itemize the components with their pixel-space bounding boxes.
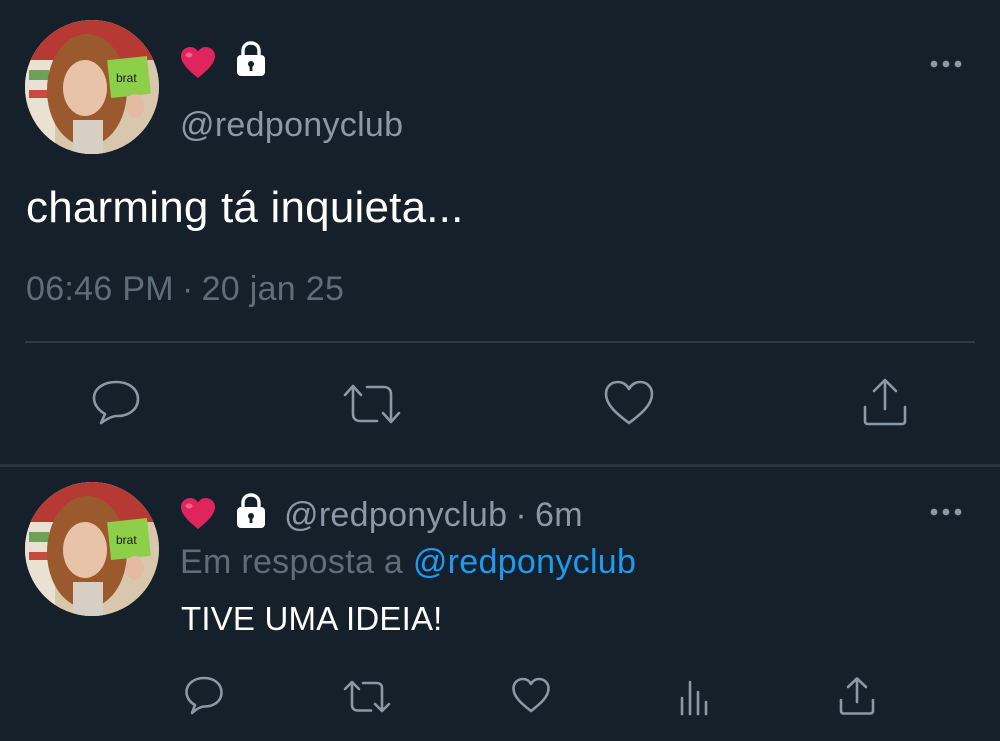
more-options-icon[interactable] xyxy=(929,59,963,69)
meta-separator: · xyxy=(181,270,194,308)
analytics-icon[interactable] xyxy=(676,678,714,716)
reply-avatar[interactable]: brat xyxy=(25,482,159,616)
avatar[interactable]: brat xyxy=(25,20,159,154)
like-icon[interactable] xyxy=(603,379,655,427)
tweet-text: charming tá inquieta... xyxy=(26,183,464,232)
reply-author-line[interactable]: @redponyclub · 6m xyxy=(284,496,583,535)
like-icon[interactable] xyxy=(511,676,551,714)
share-icon[interactable] xyxy=(861,377,909,427)
share-icon[interactable] xyxy=(838,676,876,716)
album-text: brat xyxy=(116,71,137,85)
album-text: brat xyxy=(116,533,137,547)
more-options-icon[interactable] xyxy=(929,507,963,517)
reply-author-handle: @redponyclub xyxy=(284,496,508,534)
red-heart-emoji-icon xyxy=(181,498,215,529)
reply-age: 6m xyxy=(534,496,583,534)
author-handle[interactable]: @redponyclub xyxy=(180,106,403,145)
meta-separator: · xyxy=(515,496,527,534)
avatar-image: brat xyxy=(25,482,159,616)
reply-icon[interactable] xyxy=(184,675,224,717)
main-tweet: brat @redponyclub charming tá inquieta..… xyxy=(0,0,1000,466)
tweet-date: 20 jan 25 xyxy=(201,270,345,308)
tweet-thread-screen: brat @redponyclub charming tá inquieta..… xyxy=(0,0,1000,741)
retweet-icon[interactable] xyxy=(343,678,391,716)
replying-to-line: Em resposta a @redponyclub xyxy=(180,543,636,582)
divider xyxy=(25,341,975,343)
reply-icon[interactable] xyxy=(91,379,141,429)
retweet-icon[interactable] xyxy=(342,381,402,427)
tweet-timestamp[interactable]: 06:46 PM · 20 jan 25 xyxy=(26,270,344,309)
reply-text: TIVE UMA IDEIA! xyxy=(181,600,443,637)
avatar-image: brat xyxy=(25,20,159,154)
replying-to-mention[interactable]: @redponyclub xyxy=(413,543,636,581)
thread-divider xyxy=(0,464,1000,467)
lock-icon xyxy=(237,41,265,76)
tweet-time: 06:46 PM xyxy=(26,270,174,308)
lock-icon xyxy=(237,493,265,528)
replying-to-label: Em resposta a xyxy=(180,543,404,581)
red-heart-emoji-icon xyxy=(181,47,215,78)
